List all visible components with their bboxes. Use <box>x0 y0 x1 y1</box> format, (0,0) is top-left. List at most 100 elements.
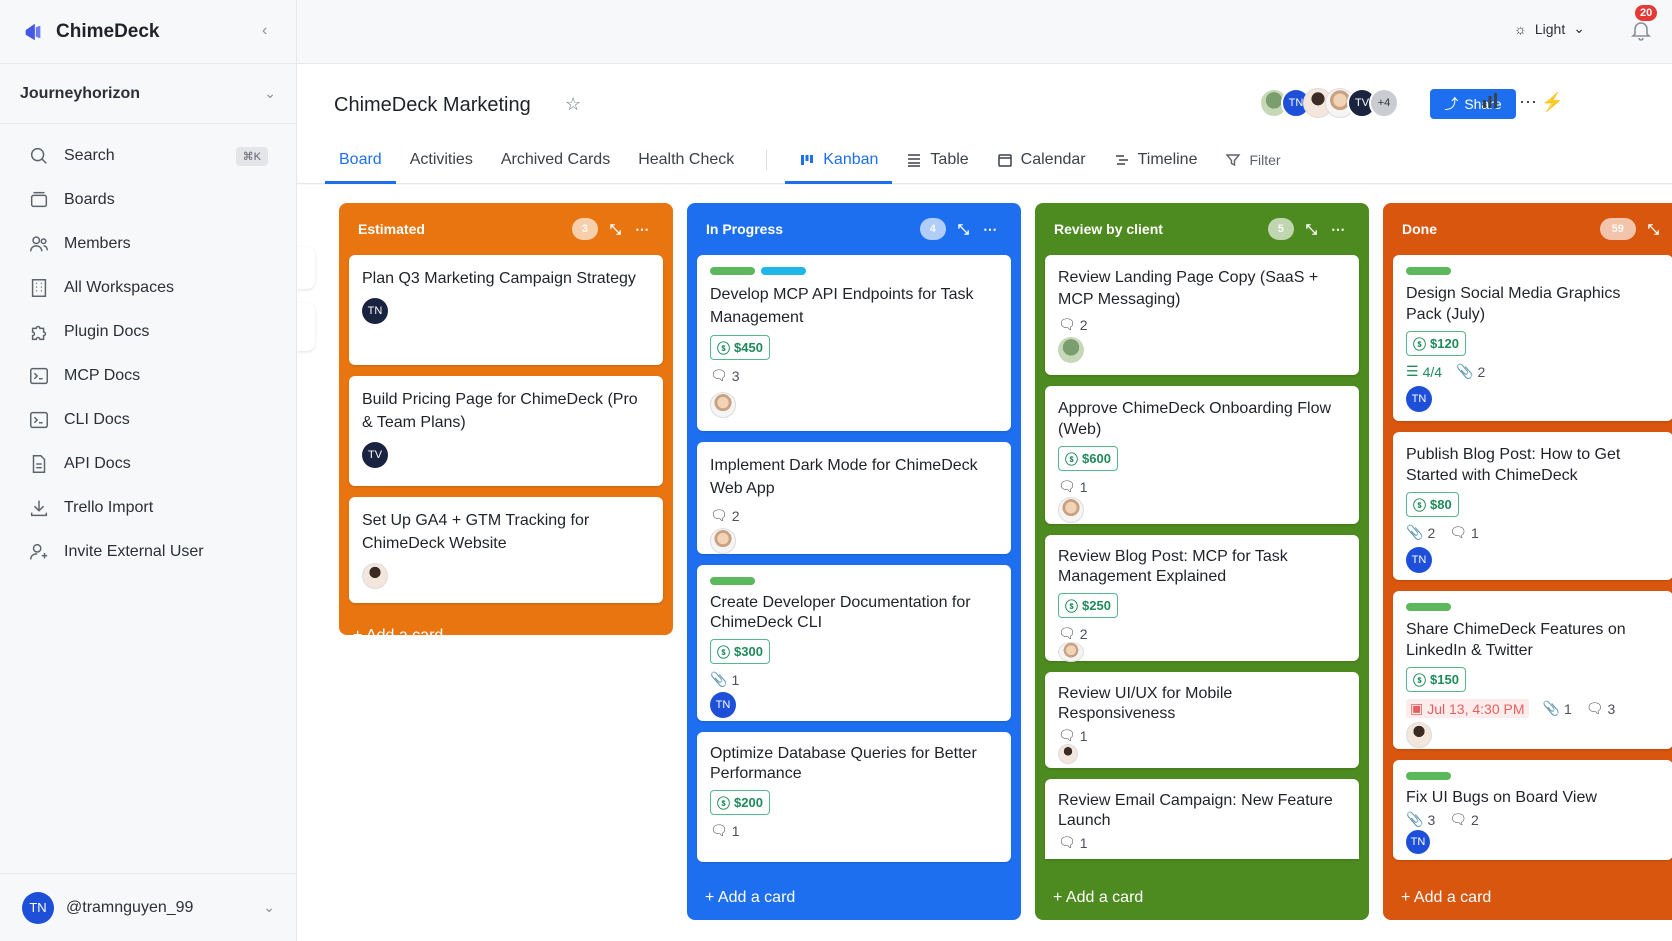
card-labels <box>1406 772 1660 780</box>
card[interactable]: Review UI/UX for Mobile Responsiveness 🗨… <box>1045 672 1359 768</box>
calendar-icon: ▣ <box>1410 700 1424 716</box>
more-options-icon[interactable]: ⋯ <box>635 221 649 238</box>
tab-activities[interactable]: Activities <box>396 136 487 184</box>
card-meta: 📎 1 <box>710 671 998 688</box>
app-name: ChimeDeck <box>56 20 160 42</box>
card[interactable]: Develop MCP API Endpoints for Task Manag… <box>697 255 1011 431</box>
view-calendar[interactable]: Calendar <box>983 136 1100 184</box>
more-options-icon[interactable]: ⋯ <box>1519 92 1537 113</box>
card[interactable]: Share ChimeDeck Features on LinkedIn & T… <box>1393 591 1672 749</box>
card-meta: ☰ 4/4 📎 2 <box>1406 363 1660 380</box>
sidebar-item-label: API Docs <box>64 455 131 472</box>
card-labels <box>710 267 998 275</box>
column-header: Estimated 3 ⤡ ⋯ <box>349 203 663 255</box>
card[interactable]: Build Pricing Page for ChimeDeck (Pro & … <box>349 376 663 486</box>
card-labels <box>710 577 998 585</box>
attachment-count: 3 <box>1427 811 1436 828</box>
price-value: $150 <box>1430 672 1459 687</box>
card[interactable]: Optimize Database Queries for Better Per… <box>697 732 1011 862</box>
collapse-sidebar-icon[interactable]: ‹ <box>262 22 267 40</box>
add-card-button[interactable]: + Add a card <box>1049 876 1143 920</box>
boards-icon <box>30 191 48 208</box>
sidebar-item-plugin-docs[interactable]: Plugin Docs <box>0 310 296 354</box>
user-menu[interactable]: TN @tramnguyen_99 ⌄ <box>0 873 297 941</box>
sidebar-item-cli-docs[interactable]: CLI Docs <box>0 398 296 442</box>
price-badge: ⓢ $150 <box>1406 667 1466 692</box>
sidebar-item-mcp-docs[interactable]: MCP Docs <box>0 354 296 398</box>
tab-health-check[interactable]: Health Check <box>624 136 748 184</box>
card-meta: 🗨 3 <box>710 367 998 384</box>
terminal-icon <box>30 411 48 429</box>
card[interactable]: Approve ChimeDeck Onboarding Flow (Web) … <box>1045 386 1359 524</box>
notification-badge: 20 <box>1635 5 1658 21</box>
column-count: 5 <box>1267 218 1294 240</box>
comment-count: 2 <box>1471 811 1479 828</box>
card[interactable]: Implement Dark Mode for ChimeDeck Web Ap… <box>697 442 1011 554</box>
sidebar-item-all-workspaces[interactable]: All Workspaces <box>0 266 296 310</box>
sidebar-item-label: Plugin Docs <box>64 323 150 340</box>
member-avatars[interactable]: TN TV +4 <box>1259 88 1399 118</box>
tab-board[interactable]: Board <box>325 136 396 184</box>
paperclip-icon: 📎 <box>1456 363 1474 379</box>
prev-column-card[interactable] <box>297 303 315 351</box>
sidebar-item-invite-external-user[interactable]: Invite External User <box>0 530 296 574</box>
add-card-button[interactable]: + Add a card <box>349 614 663 658</box>
column-header: Review by client 5 ⤡ ⋯ <box>1045 203 1359 255</box>
card[interactable]: Publish Blog Post: How to Get Started wi… <box>1393 432 1672 580</box>
board-tabs: Board Activities Archived Cards Health C… <box>325 136 1295 184</box>
column-count: 59 <box>1599 218 1636 240</box>
view-table[interactable]: Table <box>892 136 982 184</box>
comment-count: 1 <box>1079 478 1088 495</box>
prev-column-card[interactable] <box>297 247 315 289</box>
sidebar-item-boards[interactable]: Boards <box>0 178 296 222</box>
card[interactable]: Review Landing Page Copy (SaaS + MCP Mes… <box>1045 255 1359 375</box>
paperclip-icon: 📎 <box>1542 700 1560 716</box>
card-title: Approve ChimeDeck Onboarding Flow (Web) <box>1058 400 1332 438</box>
collapse-icon[interactable]: ⤡ <box>1648 221 1659 238</box>
card[interactable]: Set Up GA4 + GTM Tracking for ChimeDeck … <box>349 497 663 603</box>
add-card-button[interactable]: + Add a card <box>701 876 795 920</box>
view-timeline[interactable]: Timeline <box>1100 136 1212 184</box>
workspace-switcher[interactable]: Journeyhorizon ⌄ <box>0 64 296 124</box>
view-kanban[interactable]: Kanban <box>785 136 893 184</box>
card-meta: 📎 3 🗨 2 <box>1406 811 1660 828</box>
share-button[interactable]: ⤴ Share <box>1430 89 1516 119</box>
card[interactable]: Review Blog Post: MCP for Task Managemen… <box>1045 535 1359 662</box>
card[interactable]: Create Developer Documentation for Chime… <box>697 565 1011 721</box>
sidebar-item-search[interactable]: Search ⌘K <box>0 134 296 178</box>
more-options-icon[interactable]: ⋯ <box>983 221 997 238</box>
card[interactable]: Design Social Media Graphics Pack (July)… <box>1393 255 1672 421</box>
theme-toggle[interactable]: ☼ Light ⌄ <box>1514 20 1585 37</box>
card-meta: 🗨 2 <box>1058 625 1346 642</box>
comment-icon: 🗨 <box>710 507 728 523</box>
collapse-icon[interactable]: ⤡ <box>1306 221 1317 238</box>
sidebar-item-label: All Workspaces <box>64 279 174 296</box>
sidebar-item-api-docs[interactable]: API Docs <box>0 442 296 486</box>
tab-archived-cards[interactable]: Archived Cards <box>487 136 624 184</box>
lightning-icon[interactable]: ⚡ <box>1541 92 1563 113</box>
dollar-icon: ⓢ <box>717 341 731 356</box>
card[interactable]: Fix UI Bugs on Board View 📎 3 🗨 2 TN <box>1393 760 1672 860</box>
dollar-icon: ⓢ <box>1065 452 1079 467</box>
card-title: Plan Q3 Marketing Campaign Strategy <box>362 270 636 287</box>
chevron-down-icon: ⌄ <box>1573 20 1585 36</box>
add-card-button[interactable]: + Add a card <box>1397 876 1491 920</box>
sidebar-item-members[interactable]: Members <box>0 222 296 266</box>
card[interactable]: Plan Q3 Marketing Campaign Strategy TN <box>349 255 663 365</box>
avatar <box>710 528 736 554</box>
dollar-icon: ⓢ <box>1413 673 1427 688</box>
card-meta: ▣ Jul 13, 4:30 PM 📎 1 🗨 3 <box>1406 699 1660 718</box>
card[interactable]: Review Email Campaign: New Feature Launc… <box>1045 779 1359 859</box>
collapse-icon[interactable]: ⤡ <box>958 221 969 238</box>
avatar: TN <box>710 692 736 718</box>
avatar <box>1058 337 1084 363</box>
collapse-icon[interactable]: ⤡ <box>610 221 621 238</box>
filter-button[interactable]: Filter <box>1211 136 1294 184</box>
topbar: ☼ Light ⌄ 20 <box>297 0 1672 64</box>
comment-icon: 🗨 <box>1449 524 1468 540</box>
star-icon[interactable]: ☆ <box>565 94 581 115</box>
bell-icon[interactable] <box>1629 18 1653 42</box>
sidebar-item-trello-import[interactable]: Trello Import <box>0 486 296 530</box>
more-options-icon[interactable]: ⋯ <box>1331 221 1345 238</box>
bar-chart-icon[interactable] <box>1481 92 1499 110</box>
